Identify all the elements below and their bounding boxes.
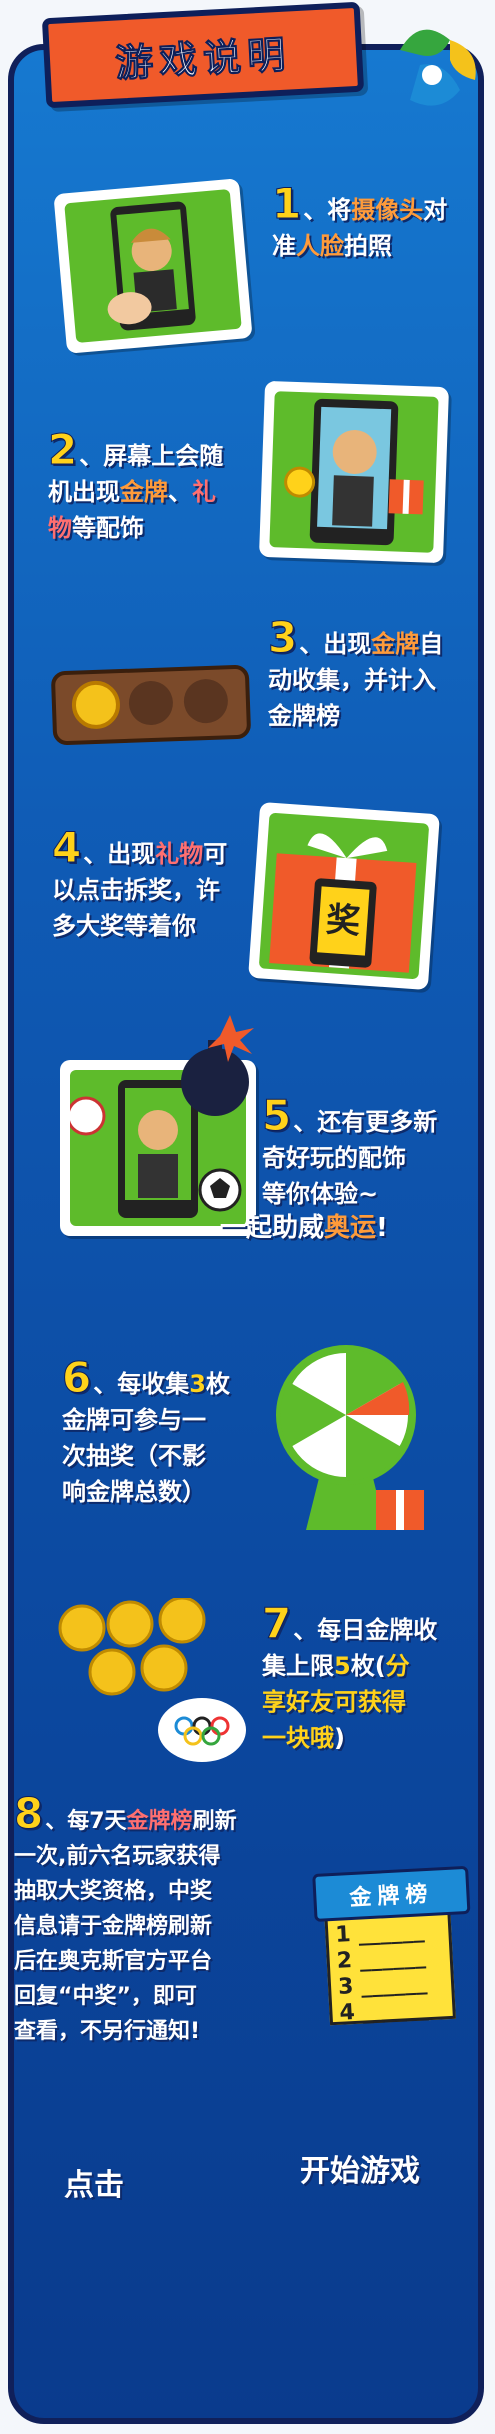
step-4-text: 4、出现礼物可 以点击拆奖，许 多大奖等着你: [51, 823, 228, 940]
title-banner: 游戏说明: [41, 1, 365, 109]
gold-medal-slots: [50, 664, 252, 746]
step4-image-card: 奖: [248, 801, 440, 991]
step2-image-card: [258, 380, 450, 564]
start-game-button[interactable]: 开始游戏: [300, 2146, 420, 2190]
page-title: 游戏说明: [114, 31, 293, 86]
medal-slot-icon: [71, 679, 228, 729]
phone-camera-icon: [107, 201, 196, 331]
step1-image-card: [53, 178, 253, 354]
step-2-text: 2、屏幕上会随 机出现金牌、礼 物等配饰: [47, 425, 224, 542]
coins-rings-icon: [58, 1598, 246, 1762]
prize-label: 奖: [324, 899, 362, 943]
bomb-icon: [181, 1015, 254, 1116]
rio-logo-icon: [400, 29, 476, 106]
prize-wheel-icon: [276, 1345, 424, 1530]
ranking-title: 金牌榜: [312, 1865, 471, 1922]
step-1-text: 1、将摄像头对 准人脸拍照: [271, 179, 448, 260]
cheer-text: 一起助威奥运!: [220, 1213, 388, 1243]
step-7-text: 7、每日金牌收 集上限5枚(分 享好友可获得 一块哦): [261, 1599, 438, 1752]
step-5-text: 5、还有更多新 奇好玩的配饰 等你体验~: [261, 1091, 438, 1208]
step-3-text: 3、出现金牌自 动收集，并计入 金牌榜: [267, 613, 444, 730]
click-button[interactable]: 点击: [64, 2160, 124, 2204]
phone-accessories-icon: [284, 398, 424, 546]
medal-ranking-card: 金牌榜 1 ______ 2 ______ 3 ______ 4 ______: [312, 1865, 471, 2026]
ranking-rows: 1 ______ 2 ______ 3 ______ 4 ______: [334, 1918, 430, 2026]
step-8-text: 8、每7天金牌榜刷新 一次,前六名玩家获得 抽取大奖资格，中奖 信息请于金牌榜刷…: [13, 1789, 237, 2044]
step-6-text: 6、每收集3枚 金牌可参与一 次抽奖（不影 响金牌总数）: [61, 1353, 230, 1506]
